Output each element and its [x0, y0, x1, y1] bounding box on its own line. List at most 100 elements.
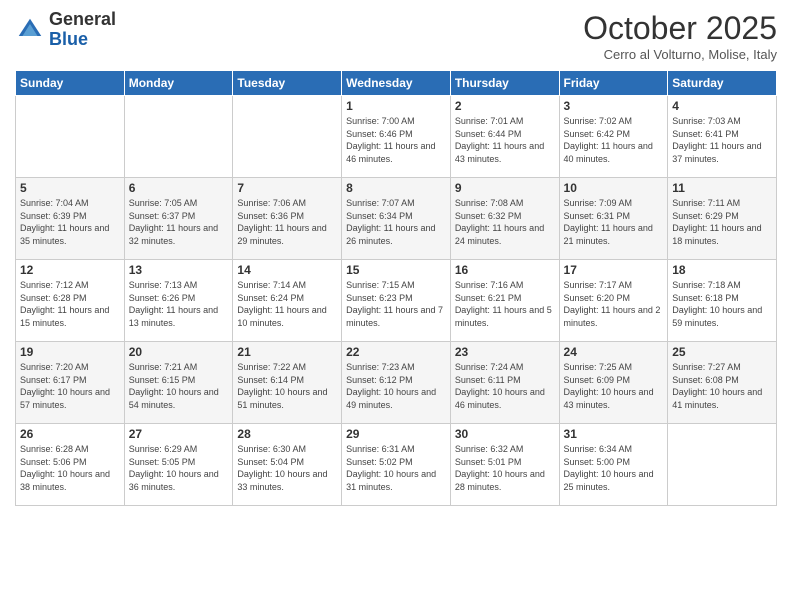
table-row: 1 Sunrise: 7:00 AM Sunset: 6:46 PM Daylig… [342, 96, 451, 178]
month-title: October 2025 [583, 10, 777, 47]
logo-general: General [49, 9, 116, 29]
table-row: 9 Sunrise: 7:08 AM Sunset: 6:32 PM Daylig… [450, 178, 559, 260]
table-row: 7 Sunrise: 7:06 AM Sunset: 6:36 PM Daylig… [233, 178, 342, 260]
col-thursday: Thursday [450, 71, 559, 96]
day-info: Sunrise: 7:22 AM Sunset: 6:14 PM Dayligh… [237, 361, 337, 411]
table-row: 30Sunrise: 6:32 AM Sunset: 5:01 PM Dayli… [450, 424, 559, 506]
table-row: 31 Sunrise: 6:34 AM Sunset: 5:00 PM Dayli… [559, 424, 668, 506]
day-number: 17 [564, 263, 664, 277]
table-row: 21 Sunrise: 7:22 AM Sunset: 6:14 PM Dayli… [233, 342, 342, 424]
week-row-4: 19 Sunrise: 7:20 AM Sunset: 6:17 PM Dayli… [16, 342, 777, 424]
day-number: 15 [346, 263, 446, 277]
day-info: Sunrise: 7:07 AM Sunset: 6:34 PM Dayligh… [346, 197, 446, 247]
day-info: Sunrise: 7:24 AM Sunset: 6:11 PM Dayligh… [455, 361, 555, 411]
col-saturday: Saturday [668, 71, 777, 96]
day-info: Sunrise: 7:04 AM Sunset: 6:39 PM Dayligh… [20, 197, 120, 247]
day-number: 31 [564, 427, 664, 441]
col-monday: Monday [124, 71, 233, 96]
day-info: Sunrise: 7:00 AM Sunset: 6:46 PM Dayligh… [346, 115, 446, 165]
table-row: 3Sunrise: 7:02 AM Sunset: 6:42 PM Daylig… [559, 96, 668, 178]
day-number: 12 [20, 263, 120, 277]
day-info: Sunrise: 6:30 AM Sunset: 5:04 PM Dayligh… [237, 443, 337, 493]
day-info: Sunrise: 7:23 AM Sunset: 6:12 PM Dayligh… [346, 361, 446, 411]
col-tuesday: Tuesday [233, 71, 342, 96]
day-info: Sunrise: 7:02 AM Sunset: 6:42 PM Dayligh… [564, 115, 664, 165]
logo-blue: Blue [49, 29, 88, 49]
day-number: 5 [20, 181, 120, 195]
day-info: Sunrise: 7:17 AM Sunset: 6:20 PM Dayligh… [564, 279, 664, 329]
day-number: 10 [564, 181, 664, 195]
day-info: Sunrise: 6:34 AM Sunset: 5:00 PM Dayligh… [564, 443, 664, 493]
day-info: Sunrise: 7:13 AM Sunset: 6:26 PM Dayligh… [129, 279, 229, 329]
day-number: 2 [455, 99, 555, 113]
day-number: 1 [346, 99, 446, 113]
table-row: 17 Sunrise: 7:17 AM Sunset: 6:20 PM Dayli… [559, 260, 668, 342]
table-row: 10 Sunrise: 7:09 AM Sunset: 6:31 PM Dayli… [559, 178, 668, 260]
day-number: 27 [129, 427, 229, 441]
table-row: 14Sunrise: 7:14 AM Sunset: 6:24 PM Dayli… [233, 260, 342, 342]
table-row: 20Sunrise: 7:21 AM Sunset: 6:15 PM Dayli… [124, 342, 233, 424]
day-info: Sunrise: 7:06 AM Sunset: 6:36 PM Dayligh… [237, 197, 337, 247]
day-number: 14 [237, 263, 337, 277]
table-row: 15 Sunrise: 7:15 AM Sunset: 6:23 PM Dayli… [342, 260, 451, 342]
day-info: Sunrise: 7:01 AM Sunset: 6:44 PM Dayligh… [455, 115, 555, 165]
day-info: Sunrise: 7:16 AM Sunset: 6:21 PM Dayligh… [455, 279, 555, 329]
table-row: 28Sunrise: 6:30 AM Sunset: 5:04 PM Dayli… [233, 424, 342, 506]
table-row: 11Sunrise: 7:11 AM Sunset: 6:29 PM Dayli… [668, 178, 777, 260]
week-row-3: 12Sunrise: 7:12 AM Sunset: 6:28 PM Dayli… [16, 260, 777, 342]
day-number: 23 [455, 345, 555, 359]
table-row [668, 424, 777, 506]
table-row [16, 96, 125, 178]
day-number: 11 [672, 181, 772, 195]
day-number: 24 [564, 345, 664, 359]
day-info: Sunrise: 7:25 AM Sunset: 6:09 PM Dayligh… [564, 361, 664, 411]
day-number: 7 [237, 181, 337, 195]
table-row: 23 Sunrise: 7:24 AM Sunset: 6:11 PM Dayli… [450, 342, 559, 424]
day-info: Sunrise: 7:08 AM Sunset: 6:32 PM Dayligh… [455, 197, 555, 247]
table-row [233, 96, 342, 178]
table-row: 25 Sunrise: 7:27 AM Sunset: 6:08 PM Dayli… [668, 342, 777, 424]
day-info: Sunrise: 7:20 AM Sunset: 6:17 PM Dayligh… [20, 361, 120, 411]
day-info: Sunrise: 7:05 AM Sunset: 6:37 PM Dayligh… [129, 197, 229, 247]
table-row: 29Sunrise: 6:31 AM Sunset: 5:02 PM Dayli… [342, 424, 451, 506]
col-friday: Friday [559, 71, 668, 96]
table-row: 19 Sunrise: 7:20 AM Sunset: 6:17 PM Dayli… [16, 342, 125, 424]
table-row: 16 Sunrise: 7:16 AM Sunset: 6:21 PM Dayli… [450, 260, 559, 342]
table-row: 27Sunrise: 6:29 AM Sunset: 5:05 PM Dayli… [124, 424, 233, 506]
day-number: 16 [455, 263, 555, 277]
day-number: 9 [455, 181, 555, 195]
col-sunday: Sunday [16, 71, 125, 96]
table-row [124, 96, 233, 178]
day-info: Sunrise: 6:31 AM Sunset: 5:02 PM Dayligh… [346, 443, 446, 493]
day-info: Sunrise: 6:32 AM Sunset: 5:01 PM Dayligh… [455, 443, 555, 493]
day-number: 8 [346, 181, 446, 195]
week-row-5: 26 Sunrise: 6:28 AM Sunset: 5:06 PM Dayli… [16, 424, 777, 506]
logo-text: General Blue [49, 10, 116, 50]
day-info: Sunrise: 7:15 AM Sunset: 6:23 PM Dayligh… [346, 279, 446, 329]
table-row: 4Sunrise: 7:03 AM Sunset: 6:41 PM Daylig… [668, 96, 777, 178]
day-number: 22 [346, 345, 446, 359]
table-row: 24 Sunrise: 7:25 AM Sunset: 6:09 PM Dayli… [559, 342, 668, 424]
table-row: 5 Sunrise: 7:04 AM Sunset: 6:39 PM Daylig… [16, 178, 125, 260]
table-row: 12Sunrise: 7:12 AM Sunset: 6:28 PM Dayli… [16, 260, 125, 342]
location-subtitle: Cerro al Volturno, Molise, Italy [583, 47, 777, 62]
table-row: 2 Sunrise: 7:01 AM Sunset: 6:44 PM Daylig… [450, 96, 559, 178]
day-number: 18 [672, 263, 772, 277]
day-number: 13 [129, 263, 229, 277]
day-number: 20 [129, 345, 229, 359]
day-info: Sunrise: 6:28 AM Sunset: 5:06 PM Dayligh… [20, 443, 120, 493]
day-number: 19 [20, 345, 120, 359]
day-info: Sunrise: 7:03 AM Sunset: 6:41 PM Dayligh… [672, 115, 772, 165]
table-row: 13 Sunrise: 7:13 AM Sunset: 6:26 PM Dayli… [124, 260, 233, 342]
day-number: 25 [672, 345, 772, 359]
day-info: Sunrise: 7:27 AM Sunset: 6:08 PM Dayligh… [672, 361, 772, 411]
logo-icon [15, 15, 45, 45]
week-row-1: 1 Sunrise: 7:00 AM Sunset: 6:46 PM Daylig… [16, 96, 777, 178]
day-number: 26 [20, 427, 120, 441]
day-info: Sunrise: 7:09 AM Sunset: 6:31 PM Dayligh… [564, 197, 664, 247]
col-wednesday: Wednesday [342, 71, 451, 96]
table-row: 18Sunrise: 7:18 AM Sunset: 6:18 PM Dayli… [668, 260, 777, 342]
day-number: 21 [237, 345, 337, 359]
header: General Blue October 2025 Cerro al Voltu… [15, 10, 777, 62]
title-block: October 2025 Cerro al Volturno, Molise, … [583, 10, 777, 62]
